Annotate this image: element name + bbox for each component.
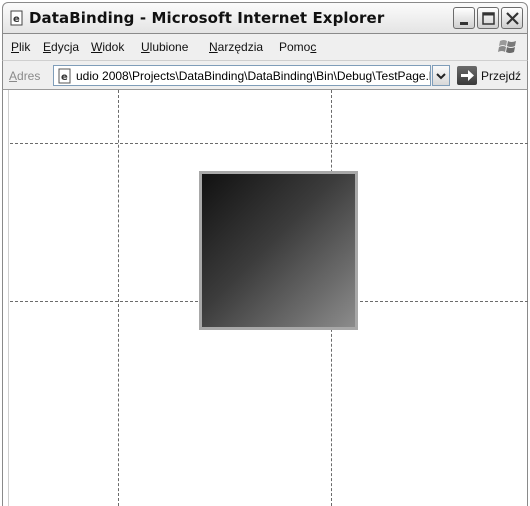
menu-item-ulubione[interactable]: Ulubione	[141, 40, 188, 54]
address-input[interactable]: e udio 2008\Projects\DataBinding\DataBin…	[53, 65, 431, 86]
minimize-button[interactable]	[453, 7, 475, 29]
menu-item-edycja[interactable]: Edycja	[43, 40, 79, 54]
menu-item-pomoc[interactable]: Pomoc	[279, 40, 316, 54]
browser-window: e DataBinding - Microsoft Internet Explo…	[0, 0, 530, 506]
address-dropdown-button[interactable]	[432, 65, 450, 86]
title-bar[interactable]: e DataBinding - Microsoft Internet Explo…	[2, 2, 528, 34]
gradient-square	[199, 171, 358, 330]
windows-logo-icon	[497, 36, 519, 58]
go-label[interactable]: Przejdź	[481, 69, 521, 83]
address-text: udio 2008\Projects\DataBinding\DataBindi…	[76, 69, 431, 83]
grid-line-vertical-1	[118, 90, 119, 506]
menu-item-narzedzia[interactable]: Narzędzia	[209, 40, 263, 54]
address-bar: Adres e udio 2008\Projects\DataBinding\D…	[2, 60, 528, 90]
go-button[interactable]	[457, 66, 477, 85]
ie-document-icon: e	[9, 10, 25, 26]
grid-line-horizontal-1	[10, 143, 528, 144]
maximize-button[interactable]	[477, 7, 499, 29]
menu-item-plik[interactable]: Plik	[11, 40, 30, 54]
page-icon: e	[57, 68, 73, 84]
arrow-right-icon	[461, 70, 474, 81]
close-icon	[506, 12, 519, 25]
window-title: DataBinding - Microsoft Internet Explore…	[29, 9, 385, 27]
menu-bar: Plik Edycja Widok Ulubione Narzędzia Pom…	[2, 34, 528, 60]
menu-item-widok[interactable]: Widok	[91, 40, 124, 54]
minimize-icon	[460, 22, 468, 25]
svg-text:e: e	[13, 14, 20, 25]
svg-text:e: e	[61, 72, 68, 83]
maximize-icon	[482, 12, 495, 25]
chevron-down-icon	[436, 73, 446, 80]
address-label: Adres	[9, 69, 41, 83]
content-left-edge	[8, 90, 9, 506]
close-button[interactable]	[501, 7, 523, 29]
